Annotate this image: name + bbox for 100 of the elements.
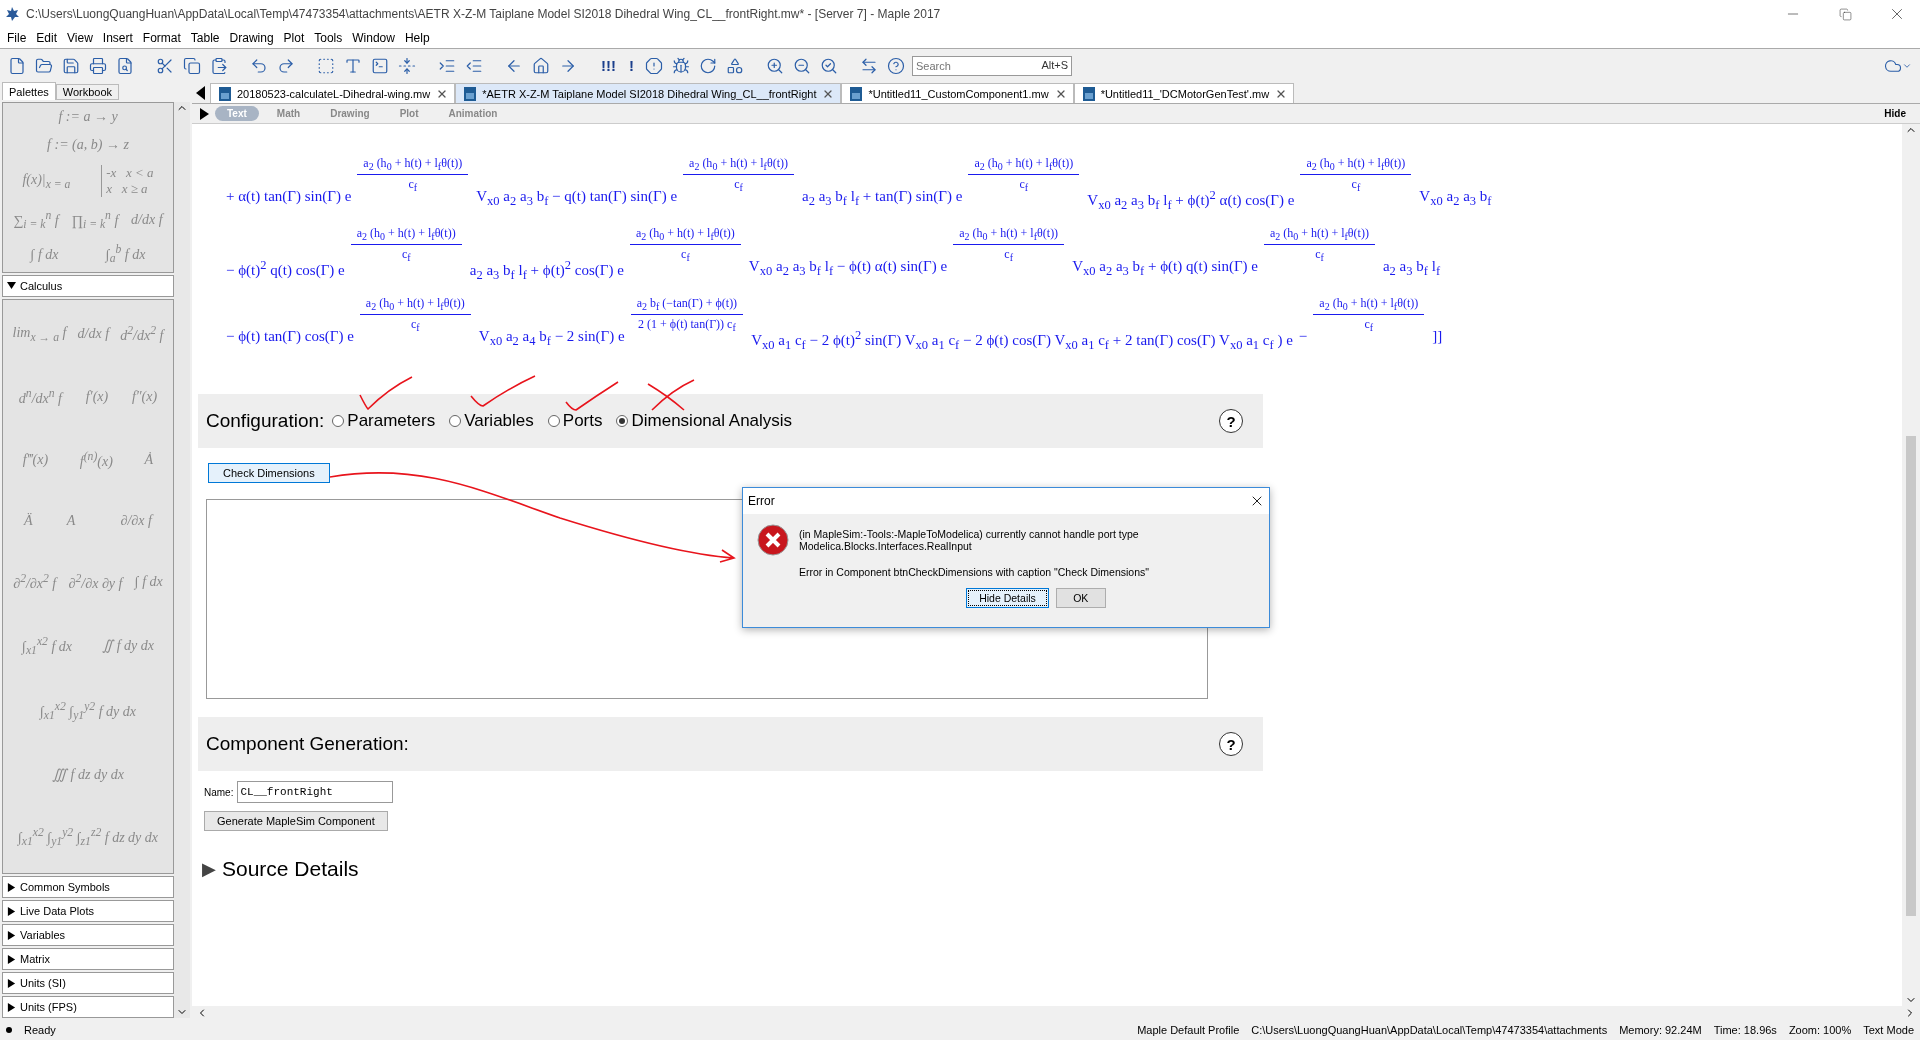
expand-arrow-icon (7, 906, 16, 916)
check-mark-drawing (359, 376, 413, 410)
math-fraction: a$_{2}$ b$_{f}$ (−tan(Γ) + ϕ(t)) 2 (1 + ϕ(t) tan(Γ)) c$_{f}$ (630, 296, 744, 334)
check-mark-drawing (470, 375, 536, 407)
math-fraction: a$_{2}$ (h$_{0}$ + h(t) + l$_{f}$θ(t)) c$_{f}$ (629, 226, 741, 264)
memory-text: Memory: 92.24M (1619, 1024, 1702, 1036)
menu-item[interactable]: Edit (31, 31, 63, 45)
math-fraction: a$_{2}$ (h$_{0}$ + h(t) + l$_{f}$θ(t)) c$_{f}$ (357, 156, 469, 194)
math-fraction: a$_{2}$ (h$_{0}$ + h(t) + l$_{f}$θ(t)) c$_{f}$ (683, 156, 794, 194)
palette-section-header[interactable]: Variables (2, 924, 174, 946)
tab-scroll-arrow-icon[interactable] (196, 86, 206, 100)
math-expression: a$_{2}$ a$_{3}$ b$_{f}$ l$_{f}$ (1382, 257, 1441, 279)
expand-arrow-icon[interactable] (200, 107, 209, 120)
expand-arrow-icon (7, 978, 16, 988)
palette-section-header[interactable]: Units (SI) (2, 972, 174, 994)
profile-text: Maple Default Profile (1137, 1024, 1240, 1036)
mode-text: Text Mode (1863, 1024, 1914, 1036)
math-expression: V$_{x0}$ a$_{2}$ a$_{3}$ b$_{f}$ − q(t) tan(Γ) sin(Γ) e (476, 187, 678, 209)
menu-item[interactable]: Format (137, 31, 186, 45)
document-tab[interactable]: *Untitled11_CustomComponent1.mw (841, 83, 1074, 103)
document-tab[interactable]: *Untitled11_'DCMotorGenTest'.mw (1073, 83, 1295, 103)
status-text: Ready (24, 1024, 57, 1036)
math-expression: − (1298, 327, 1308, 345)
document-tab[interactable]: 20180523-calculateL-Dihedral-wing.mw (210, 83, 456, 103)
math-expression: V$_{x0}$ a$_{2}$ a$_{3}$ b$_{f}$ + ϕ(t) q(t) sin(Γ) e (1072, 257, 1258, 279)
palette-section-header[interactable]: Units (FPS) (2, 996, 174, 1018)
menu-item[interactable]: Insert (97, 31, 138, 45)
expand-arrow-icon (7, 1002, 16, 1012)
dialog-title: Error (748, 494, 775, 508)
palette-section-header[interactable]: Calculus (2, 274, 174, 297)
math-expression: − ϕ(t)$^{2}$ q(t) cos(Γ) e (226, 257, 345, 279)
time-text: Time: 18.96s (1713, 1024, 1777, 1036)
name-field[interactable]: CL__frontRight (237, 781, 394, 803)
expand-arrow-icon (7, 930, 16, 940)
name-label: Name: (204, 786, 234, 798)
menu-item[interactable]: Drawing (224, 31, 279, 45)
math-fraction: a$_{2}$ (h$_{0}$ + h(t) + l$_{f}$θ(t)) c$_{f}$ (1300, 156, 1412, 194)
vertical-scrollbar[interactable] (1902, 124, 1920, 1006)
radio-option[interactable]: Variables (449, 411, 534, 431)
palette-section-header[interactable]: Common Symbols (2, 876, 174, 898)
radio-button[interactable] (547, 415, 560, 427)
generate-button[interactable]: Generate MapleSim Component (204, 811, 388, 831)
check-dimensions-button[interactable]: Check Dimensions (208, 463, 330, 483)
radio-button[interactable] (449, 415, 462, 427)
shortcut-hint: Alt+S (1041, 58, 1068, 71)
horizontal-scrollbar[interactable] (192, 1006, 1920, 1020)
toolbar-button[interactable]: ! (625, 55, 638, 76)
document-icon (219, 86, 231, 101)
math-expression: V$_{x0}$ a$_{2}$ a$_{3}$ b$_{f}$ l$_{f}$ − ϕ(t) α(t) sin(Γ) e (748, 257, 948, 279)
menu-item[interactable]: Window (347, 31, 400, 45)
dialog-button[interactable]: OK (1055, 588, 1106, 608)
math-expression: + α(t) tan(Γ) sin(Γ) e (226, 187, 352, 205)
restore-icon[interactable] (1838, 7, 1852, 21)
path-text: C:\Users\LuongQuangHuan\AppData\Local\Temp\47473354\attachments (1251, 1024, 1608, 1036)
math-expression: V$_{x0}$ a$_{2}$ a$_{3}$ b$_{f}$ (1419, 187, 1492, 209)
radio-button[interactable] (332, 415, 345, 427)
expand-arrow-icon (7, 954, 16, 964)
math-fraction: a$_{2}$ (h$_{0}$ + h(t) + l$_{f}$θ(t)) c$_{f}$ (1264, 226, 1375, 264)
radio-option[interactable]: Ports (547, 411, 603, 431)
source-details-toggle[interactable]: ▶ Source Details (198, 857, 1902, 881)
toolbar-button[interactable]: !!! (597, 55, 620, 76)
document-tab[interactable]: *AETR X-Z-M Taiplane Model SI2018 Dihedral Wing_CL__frontRight (455, 83, 842, 103)
document-icon (464, 86, 477, 101)
check-mark-drawing (565, 381, 619, 411)
cross-mark-drawing (647, 379, 695, 411)
palette-tab[interactable]: Workbook (55, 84, 120, 100)
error-icon (757, 524, 789, 556)
help-button[interactable]: ? (1219, 732, 1243, 756)
app-logo-icon (4, 6, 20, 22)
palette-section-header[interactable]: Matrix (2, 948, 174, 970)
menu-item[interactable]: View (62, 31, 98, 45)
collapse-arrow-icon (7, 281, 16, 291)
menu-item[interactable]: Tools (309, 31, 348, 45)
menu-item[interactable]: Help (399, 31, 435, 45)
palette-scrollbar[interactable] (174, 102, 190, 1018)
palette-section-header[interactable]: Live Data Plots (2, 900, 174, 922)
error-detail: Error in Component btnCheckDimensions with caption "Check Dimensions" (799, 566, 1151, 578)
math-expression: V$_{x0}$ a$_{1}$ c$_{f}$ − 2 ϕ(t)$^{2}$ sin(Γ) V$_{x0}$ a$_{1}$ c$_{f}$ − 2 ϕ(t) cos(Γ) V$_{x0}$ a$_{1}$ c$_{f}$ + 2 tan(Γ) cos(Γ) V$_{x0}$ a$_{1}$ c$_{f}$ ) e (751, 327, 1293, 353)
hide-button[interactable]: Hide (1878, 107, 1912, 120)
math-fraction: a$_{2}$ (h$_{0}$ + h(t) + l$_{f}$θ(t)) c$_{f}$ (953, 226, 1065, 264)
status-dot-icon (6, 1027, 12, 1033)
document-icon (1082, 86, 1095, 101)
math-fraction: a$_{2}$ (h$_{0}$ + h(t) + l$_{f}$θ(t)) c$_{f}$ (350, 226, 462, 264)
math-fraction: a$_{2}$ (h$_{0}$ + h(t) + l$_{f}$θ(t)) c$_{f}$ (1313, 296, 1425, 334)
palette-tab[interactable]: Palettes (2, 82, 56, 100)
radio-option[interactable]: Parameters (332, 411, 436, 431)
dialog-button[interactable]: Hide Details (966, 588, 1049, 608)
help-button[interactable]: ? (1219, 409, 1243, 433)
math-expression: a$_{2}$ a$_{3}$ b$_{f}$ l$_{f}$ + ϕ(t)$^{2}$ cos(Γ) e (469, 257, 624, 283)
radio-button[interactable] (616, 415, 629, 427)
math-fraction: a$_{2}$ (h$_{0}$ + h(t) + l$_{f}$θ(t)) c$_{f}$ (968, 156, 1080, 194)
math-expression: a$_{2}$ a$_{3}$ b$_{f}$ l$_{f}$ + tan(Γ) sin(Γ) e (802, 187, 963, 209)
math-expression: ]] (1432, 327, 1443, 345)
radio-option[interactable]: Dimensional Analysis (616, 411, 793, 431)
menu-item[interactable]: File (2, 31, 32, 45)
window-title: C:\Users\LuongQuangHuan\AppData\Local\Temp\47473354\attachments\AETR X-Z-M Taiplane Model SI2018 Dihedral Wing_CL__frontRight.mw* - [Server 7] - Maple 2017 (26, 7, 942, 21)
menu-item[interactable]: Plot (278, 31, 310, 45)
menu-item[interactable]: Table (185, 31, 225, 45)
section-title: Component Generation: (206, 733, 409, 755)
math-expression: V$_{x0}$ a$_{2}$ a$_{4}$ b$_{f}$ − 2 sin(Γ) e (478, 327, 625, 349)
